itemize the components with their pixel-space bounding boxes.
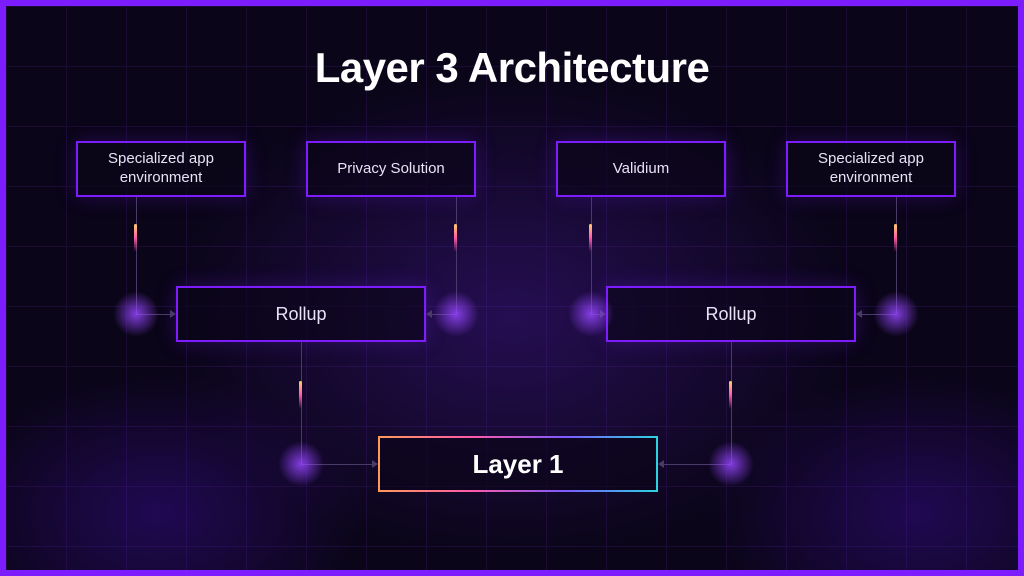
glow-dot	[708, 441, 754, 487]
node-rollup-left: Rollup	[176, 286, 426, 342]
spark-icon	[299, 381, 302, 409]
glow-dot	[873, 291, 919, 337]
glow-dot	[113, 291, 159, 337]
node-specialized-app-right: Specialized app environment	[786, 141, 956, 197]
spark-icon	[134, 224, 137, 252]
node-validium: Validium	[556, 141, 726, 197]
node-layer-1-label: Layer 1	[472, 449, 563, 480]
glow-dot	[278, 441, 324, 487]
node-layer-1: Layer 1	[378, 436, 658, 492]
node-privacy-solution: Privacy Solution	[306, 141, 476, 197]
node-rollup-right: Rollup	[606, 286, 856, 342]
glow-dot	[433, 291, 479, 337]
diagram-title: Layer 3 Architecture	[6, 44, 1018, 92]
spark-icon	[454, 224, 457, 252]
node-specialized-app-left: Specialized app environment	[76, 141, 246, 197]
spark-icon	[729, 381, 732, 409]
diagram-frame: Layer 3 Architecture Specialized app env…	[0, 0, 1024, 576]
spark-icon	[589, 224, 592, 252]
spark-icon	[894, 224, 897, 252]
